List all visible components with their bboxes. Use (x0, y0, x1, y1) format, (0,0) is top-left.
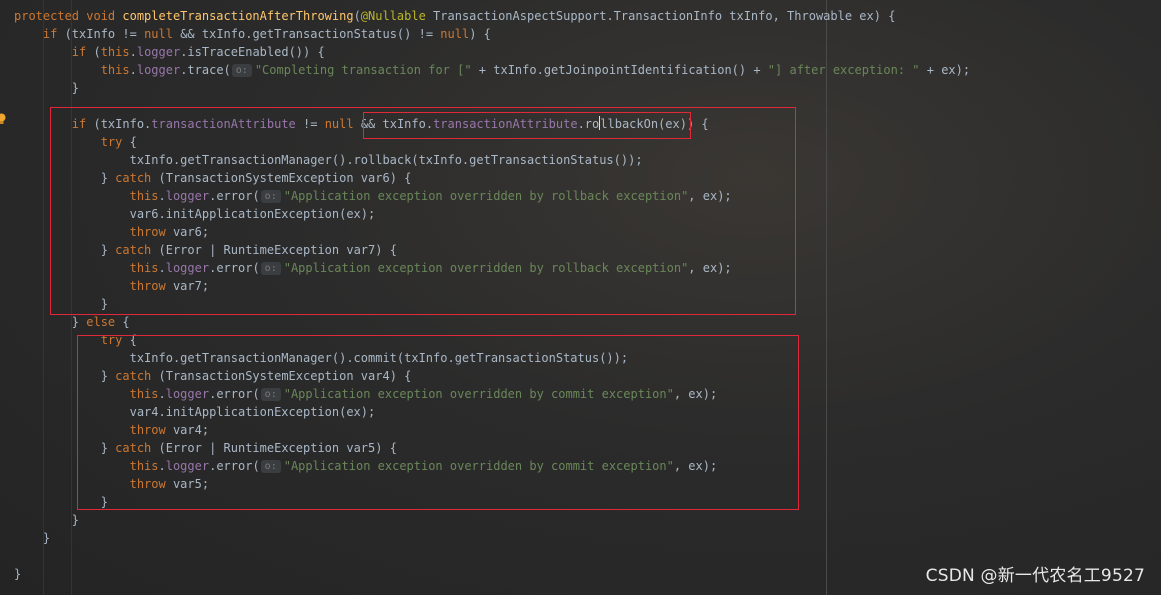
code-token: } (14, 315, 87, 329)
code-line[interactable]: } (14, 565, 21, 583)
bulb-icon[interactable] (0, 113, 6, 125)
code-token: else (86, 315, 116, 329)
code-token: if (71, 45, 87, 59)
code-token: ) { (469, 27, 491, 41)
code-token: } (14, 81, 80, 95)
code-token: "] after exception: " (767, 63, 920, 77)
code-line[interactable]: if (txInfo != null && txInfo.getTransact… (14, 25, 491, 43)
code-token: protected void (14, 9, 123, 23)
code-token: TransactionAspectSupport.TransactionInfo… (425, 9, 896, 23)
code-token: "Completing transaction for [" (254, 63, 472, 77)
code-token: } (14, 567, 22, 581)
right-margin-guide (826, 0, 827, 595)
rollbackon-condition-highlight (363, 112, 691, 139)
code-token: null (144, 27, 173, 41)
code-line[interactable]: this.logger.trace(o: "Completing transact… (14, 61, 970, 79)
code-line[interactable]: } (14, 529, 50, 547)
code-line[interactable]: } (14, 511, 79, 529)
code-token: null (440, 27, 470, 41)
code-token: .trace( (180, 63, 231, 77)
code-token: } (14, 513, 80, 527)
code-token: . (129, 45, 137, 59)
code-token: + txInfo.getJoinpointIdentification() + (471, 63, 768, 77)
code-token: logger (136, 45, 181, 59)
code-token: @Nullable (360, 9, 426, 23)
code-token: .isTraceEnabled()) { (180, 45, 325, 59)
code-token: completeTransactionAfterThrowing (122, 9, 354, 23)
code-token: if (42, 27, 58, 41)
code-line[interactable]: } else { (14, 313, 130, 331)
code-editor[interactable]: protected void completeTransactionAfterT… (0, 0, 1161, 595)
code-token: ( (86, 45, 101, 59)
code-token: ( (353, 9, 361, 23)
commit-block-highlight (77, 335, 799, 510)
parameter-hint: o: (231, 64, 252, 77)
code-token: + ex); (919, 63, 971, 77)
watermark: CSDN @新一代农名工9527 (925, 566, 1145, 586)
code-token: && txInfo.getTransactionStatus() != (172, 27, 441, 41)
code-token: logger (136, 63, 181, 77)
code-token: . (129, 63, 137, 77)
code-token: this (100, 63, 130, 77)
code-token: { (115, 315, 130, 329)
code-line[interactable]: protected void completeTransactionAfterT… (14, 7, 895, 25)
code-token: this (100, 45, 130, 59)
code-line[interactable]: } (14, 79, 79, 97)
code-token: (txInfo != (57, 27, 145, 41)
code-token: } (14, 531, 51, 545)
code-line[interactable]: if (this.logger.isTraceEnabled()) { (14, 43, 325, 61)
